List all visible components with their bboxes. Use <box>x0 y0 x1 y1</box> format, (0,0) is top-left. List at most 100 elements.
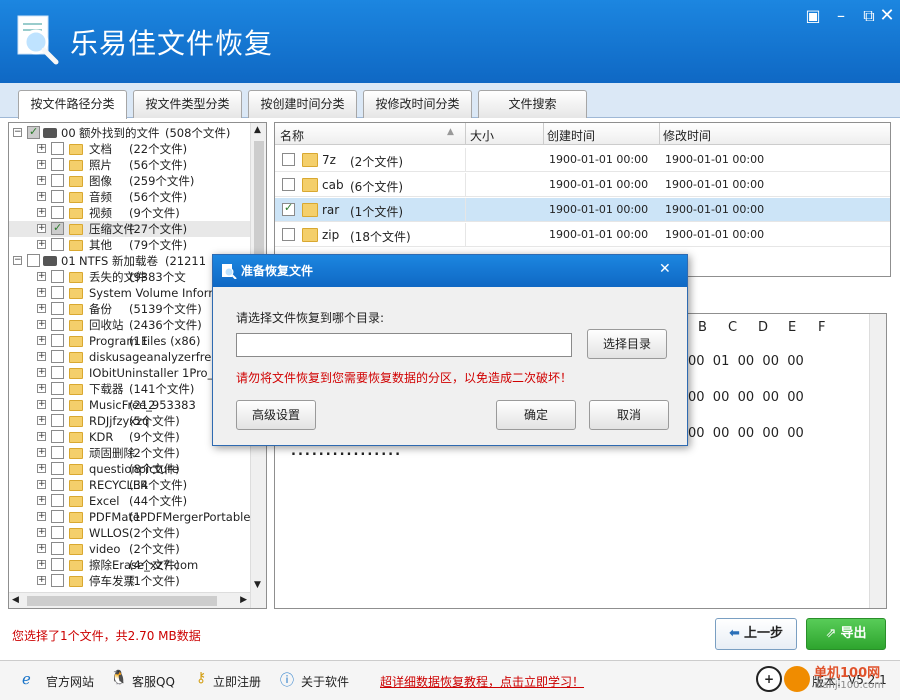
tree-item[interactable]: − 00额外找到的文件 (508个文件) <box>9 124 250 141</box>
tree-checkbox[interactable] <box>51 494 64 507</box>
expand-icon[interactable]: + <box>37 320 46 329</box>
target-directory-input[interactable] <box>236 333 572 357</box>
official-site-link[interactable]: 官方网站 <box>46 673 94 690</box>
tree-checkbox[interactable] <box>51 302 64 315</box>
dialog-close-icon[interactable]: ✕ <box>659 261 671 277</box>
tree-item[interactable]: + 视频 (9个文件) <box>9 205 250 221</box>
expand-icon[interactable]: + <box>37 192 46 201</box>
tree-item[interactable]: + 音频 (56个文件) <box>9 189 250 205</box>
expand-icon[interactable]: + <box>37 416 46 425</box>
expand-icon[interactable]: + <box>37 208 46 217</box>
column-name[interactable]: 名称 <box>280 127 304 144</box>
expand-icon[interactable]: + <box>37 480 46 489</box>
expand-icon[interactable]: + <box>37 464 46 473</box>
export-button[interactable]: ⇗ 导出 <box>806 618 886 650</box>
expand-icon[interactable]: + <box>37 400 46 409</box>
tree-checkbox[interactable] <box>27 124 40 140</box>
collapse-icon[interactable]: − <box>13 256 22 265</box>
scroll-down-icon[interactable]: ▼ <box>254 580 261 590</box>
tree-item[interactable]: + 图像 (259个文件) <box>9 173 250 189</box>
expand-icon[interactable]: + <box>37 176 46 185</box>
file-checkbox[interactable] <box>282 178 295 191</box>
tree-item[interactable]: + 擦除Erase_xz7.com (4个文件) <box>9 557 250 573</box>
expand-icon[interactable]: + <box>37 544 46 553</box>
scroll-right-icon[interactable]: ▶ <box>240 595 247 605</box>
tab-file-search[interactable]: 文件搜索 <box>478 90 587 118</box>
tree-checkbox[interactable] <box>51 478 64 491</box>
ok-button[interactable]: 确定 <box>496 400 576 430</box>
tree-checkbox[interactable] <box>51 158 64 171</box>
file-row[interactable]: rar (1个文件) 1900-01-01 00:00 1900-01-01 00:0… <box>275 198 890 222</box>
tree-checkbox[interactable] <box>51 366 64 379</box>
tree-item[interactable]: + PDFMatePDFMergerPortable (1 <box>9 509 250 525</box>
scroll-thumb-horizontal[interactable] <box>27 596 217 606</box>
file-checkbox[interactable] <box>282 201 295 216</box>
advanced-settings-button[interactable]: 高级设置 <box>236 400 316 430</box>
tree-checkbox[interactable] <box>51 414 64 427</box>
file-row[interactable]: 7z (2个文件) 1900-01-01 00:00 1900-01-01 00:00 <box>275 148 890 172</box>
tab-by-modified[interactable]: 按修改时间分类 <box>363 90 472 118</box>
tree-checkbox[interactable] <box>51 526 64 539</box>
support-qq-link[interactable]: 客服QQ <box>132 673 175 690</box>
tree-checkbox[interactable] <box>51 334 64 347</box>
file-checkbox[interactable] <box>282 153 295 166</box>
tab-by-path[interactable]: 按文件路径分类 <box>18 90 127 119</box>
collapse-icon[interactable]: − <box>13 128 22 137</box>
tree-checkbox[interactable] <box>51 510 64 523</box>
expand-icon[interactable]: + <box>37 352 46 361</box>
tree-checkbox[interactable] <box>51 206 64 219</box>
register-link[interactable]: 立即注册 <box>213 673 261 690</box>
tree-checkbox[interactable] <box>51 220 64 236</box>
cancel-button[interactable]: 取消 <box>589 400 669 430</box>
tree-checkbox[interactable] <box>51 542 64 555</box>
expand-icon[interactable]: + <box>37 384 46 393</box>
tree-item[interactable]: + 停车发票 (1个文件) <box>9 573 250 589</box>
choose-directory-button[interactable]: 选择目录 <box>587 329 667 359</box>
tree-item[interactable]: + RECYCLER (34个文件) <box>9 477 250 493</box>
hex-vertical-scrollbar[interactable] <box>869 314 886 608</box>
expand-icon[interactable]: + <box>37 368 46 377</box>
tree-checkbox[interactable] <box>51 238 64 251</box>
tree-checkbox[interactable] <box>51 446 64 459</box>
about-link[interactable]: 关于软件 <box>301 673 349 690</box>
column-created[interactable]: 创建时间 <box>547 127 595 144</box>
minimize-icon[interactable]: – <box>826 4 856 28</box>
expand-icon[interactable]: + <box>37 448 46 457</box>
tree-checkbox[interactable] <box>51 270 64 283</box>
tab-by-created[interactable]: 按创建时间分类 <box>248 90 357 118</box>
tree-item[interactable]: + WLLOS (2个文件) <box>9 525 250 541</box>
tree-checkbox[interactable] <box>51 558 64 571</box>
column-modified[interactable]: 修改时间 <box>663 127 711 144</box>
expand-icon[interactable]: + <box>37 160 46 169</box>
expand-icon[interactable]: + <box>37 240 46 249</box>
column-size[interactable]: 大小 <box>470 127 494 144</box>
tutorial-promo-link[interactable]: 超详细数据恢复教程，点击立即学习！ <box>380 673 584 690</box>
tree-checkbox[interactable] <box>27 254 40 267</box>
tree-item[interactable]: + 文档 (22个文件) <box>9 141 250 157</box>
expand-icon[interactable]: + <box>37 512 46 521</box>
tree-item[interactable]: +压缩文件(27个文件) <box>9 220 250 237</box>
tab-by-type[interactable]: 按文件类型分类 <box>133 90 242 118</box>
scroll-left-icon[interactable]: ◀ <box>12 595 19 605</box>
tree-item[interactable]: + questionpicture (8个文件) <box>9 461 250 477</box>
expand-icon[interactable]: + <box>37 144 46 153</box>
tree-checkbox[interactable] <box>51 174 64 187</box>
tree-checkbox[interactable] <box>51 142 64 155</box>
tree-horizontal-scrollbar[interactable]: ◀ ▶ <box>9 592 250 608</box>
tree-checkbox[interactable] <box>51 430 64 443</box>
file-checkbox[interactable] <box>282 228 295 241</box>
expand-icon[interactable]: + <box>37 336 46 345</box>
expand-icon[interactable]: + <box>37 272 46 281</box>
expand-icon[interactable]: + <box>37 224 46 233</box>
expand-icon[interactable]: + <box>37 576 46 585</box>
expand-icon[interactable]: + <box>37 432 46 441</box>
file-row[interactable]: zip (18个文件) 1900-01-01 00:00 1900-01-01 00:… <box>275 223 890 247</box>
expand-icon[interactable]: + <box>37 560 46 569</box>
expand-icon[interactable]: + <box>37 496 46 505</box>
tree-checkbox[interactable] <box>51 574 64 587</box>
tree-checkbox[interactable] <box>51 318 64 331</box>
scroll-thumb[interactable] <box>254 141 264 261</box>
tree-item[interactable]: + 顽固删除 (2个文件) <box>9 445 250 461</box>
prev-button[interactable]: ⬅ 上一步 <box>715 618 797 650</box>
tree-checkbox[interactable] <box>51 350 64 363</box>
